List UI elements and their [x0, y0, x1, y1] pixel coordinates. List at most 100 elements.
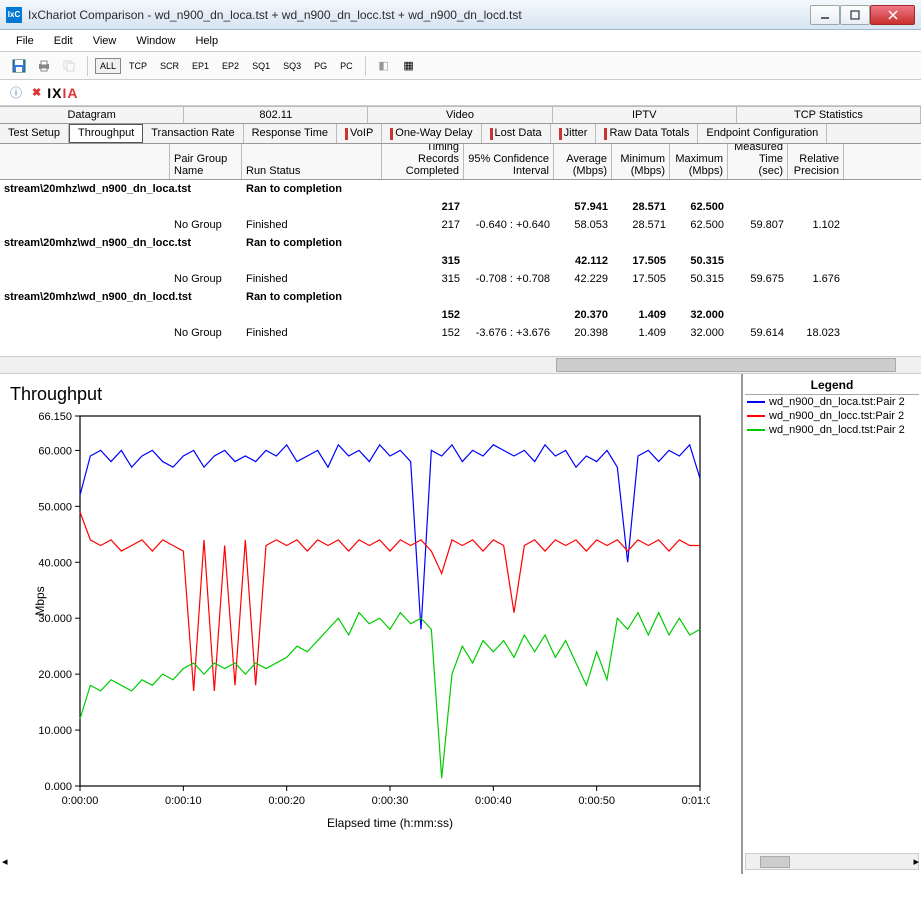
- table-cell: 17.505: [612, 255, 670, 267]
- category-tab[interactable]: TCP Statistics: [737, 106, 921, 123]
- column-header[interactable]: Relative Precision: [788, 144, 844, 179]
- app-icon: IxC: [6, 7, 22, 23]
- column-header[interactable]: Minimum (Mbps): [612, 144, 670, 179]
- menu-view[interactable]: View: [85, 33, 125, 49]
- table-cell: -0.640 : +0.640: [464, 219, 554, 231]
- view-tab[interactable]: Transaction Rate: [143, 124, 243, 143]
- close-button[interactable]: [870, 5, 915, 25]
- table-cell: 59.675: [728, 273, 788, 285]
- print-button[interactable]: [33, 55, 55, 77]
- view-tab[interactable]: One-Way Delay: [382, 124, 481, 143]
- chart-panel: Throughput 0.00010.00020.00030.00040.000…: [0, 374, 743, 874]
- table-cell: 315: [382, 273, 464, 285]
- filter-sq1[interactable]: SQ1: [247, 58, 275, 74]
- column-header[interactable]: [0, 144, 170, 179]
- scrollbar-thumb[interactable]: [760, 856, 790, 868]
- table-cell: 42.112: [554, 255, 612, 267]
- filter-tcp[interactable]: TCP: [124, 58, 152, 74]
- column-header[interactable]: Measured Time (sec): [728, 144, 788, 179]
- category-tab[interactable]: IPTV: [553, 106, 737, 123]
- chart-title: Throughput: [10, 384, 731, 405]
- column-header[interactable]: Average (Mbps): [554, 144, 612, 179]
- view-tab[interactable]: Endpoint Configuration: [698, 124, 827, 143]
- category-tab[interactable]: Video: [368, 106, 552, 123]
- results-table: Pair Group NameRun StatusTiming Records …: [0, 144, 921, 374]
- filter-pc[interactable]: PC: [335, 58, 358, 74]
- scrollbar-thumb[interactable]: [556, 358, 896, 372]
- svg-text:Elapsed time (h:mm:ss): Elapsed time (h:mm:ss): [327, 816, 453, 830]
- tool-icon-2[interactable]: ▦: [398, 55, 420, 77]
- horizontal-scrollbar[interactable]: [0, 356, 921, 373]
- filter-ep1[interactable]: EP1: [187, 58, 214, 74]
- table-row: 21757.94128.57162.500: [0, 198, 921, 216]
- filter-pg[interactable]: PG: [309, 58, 332, 74]
- table-cell: Ran to completion: [242, 183, 382, 195]
- info-icon[interactable]: ⓘ: [10, 84, 22, 101]
- table-row: stream\20mhz\wd_n900_dn_loca.tstRan to c…: [0, 180, 921, 198]
- view-tab[interactable]: Response Time: [244, 124, 337, 143]
- category-tab[interactable]: 802.11: [184, 106, 368, 123]
- tool-icon-1: ◧: [373, 55, 395, 77]
- column-header[interactable]: 95% Confidence Interval: [464, 144, 554, 179]
- svg-text:10.000: 10.000: [38, 725, 72, 737]
- category-tabs: Datagram802.11VideoIPTVTCP Statistics: [0, 106, 921, 124]
- table-row: No GroupFinished315-0.708 : +0.70842.229…: [0, 270, 921, 288]
- menu-window[interactable]: Window: [128, 33, 183, 49]
- legend-swatch: [747, 401, 765, 403]
- copy-button: [58, 55, 80, 77]
- table-cell: Finished: [242, 219, 382, 231]
- column-header[interactable]: Timing Records Completed: [382, 144, 464, 179]
- brand-close-icon[interactable]: ✖: [32, 86, 41, 99]
- column-header[interactable]: Maximum (Mbps): [670, 144, 728, 179]
- table-cell: 18.023: [788, 327, 844, 339]
- legend-item[interactable]: wd_n900_dn_locc.tst:Pair 2: [745, 409, 919, 423]
- view-tab[interactable]: Throughput: [69, 124, 143, 143]
- view-tab[interactable]: Lost Data: [482, 124, 551, 143]
- table-cell: 20.398: [554, 327, 612, 339]
- filter-sq3[interactable]: SQ3: [278, 58, 306, 74]
- legend-scrollbar[interactable]: ◂ ▸: [745, 853, 919, 870]
- svg-text:0:00:10: 0:00:10: [165, 795, 202, 807]
- table-cell: 57.941: [554, 201, 612, 213]
- filter-scr[interactable]: SCR: [155, 58, 184, 74]
- table-cell: Finished: [242, 273, 382, 285]
- throughput-chart: 0.00010.00020.00030.00040.00050.00060.00…: [30, 411, 710, 831]
- view-tab[interactable]: Test Setup: [0, 124, 69, 143]
- legend-item[interactable]: wd_n900_dn_locd.tst:Pair 2: [745, 423, 919, 437]
- view-tab[interactable]: VoIP: [337, 124, 382, 143]
- save-button[interactable]: [8, 55, 30, 77]
- menu-edit[interactable]: Edit: [46, 33, 81, 49]
- filter-ep2[interactable]: EP2: [217, 58, 244, 74]
- svg-text:20.000: 20.000: [38, 669, 72, 681]
- table-cell: stream\20mhz\wd_n900_dn_locd.tst: [0, 291, 170, 303]
- minimize-button[interactable]: [810, 5, 840, 25]
- column-header[interactable]: Pair Group Name: [170, 144, 242, 179]
- svg-text:40.000: 40.000: [38, 557, 72, 569]
- table-cell: stream\20mhz\wd_n900_dn_locc.tst: [0, 237, 170, 249]
- menu-help[interactable]: Help: [187, 33, 226, 49]
- view-tab[interactable]: Jitter: [551, 124, 597, 143]
- table-cell: 62.500: [670, 219, 728, 231]
- svg-text:0:00:30: 0:00:30: [372, 795, 409, 807]
- filter-all[interactable]: ALL: [95, 58, 121, 74]
- svg-text:66.150: 66.150: [38, 411, 72, 423]
- legend-swatch: [747, 415, 765, 417]
- table-cell: 20.370: [554, 309, 612, 321]
- category-tab[interactable]: Datagram: [0, 106, 184, 123]
- legend-item[interactable]: wd_n900_dn_loca.tst:Pair 2: [745, 395, 919, 409]
- toolbar: ALL TCP SCR EP1 EP2 SQ1 SQ3 PG PC ◧ ▦: [0, 52, 921, 80]
- window-titlebar: IxC IxChariot Comparison - wd_n900_dn_lo…: [0, 0, 921, 30]
- svg-text:Mbps: Mbps: [33, 586, 47, 615]
- table-cell: 50.315: [670, 255, 728, 267]
- table-cell: No Group: [170, 219, 242, 231]
- table-row: No GroupFinished152-3.676 : +3.67620.398…: [0, 324, 921, 342]
- column-header[interactable]: Run Status: [242, 144, 382, 179]
- maximize-button[interactable]: [840, 5, 870, 25]
- view-tabs: Test SetupThroughputTransaction RateResp…: [0, 124, 921, 144]
- menu-file[interactable]: File: [8, 33, 42, 49]
- table-cell: 59.807: [728, 219, 788, 231]
- table-cell: 42.229: [554, 273, 612, 285]
- legend-label: wd_n900_dn_locd.tst:Pair 2: [769, 424, 905, 436]
- view-tab[interactable]: Raw Data Totals: [596, 124, 698, 143]
- table-row: stream\20mhz\wd_n900_dn_locc.tstRan to c…: [0, 234, 921, 252]
